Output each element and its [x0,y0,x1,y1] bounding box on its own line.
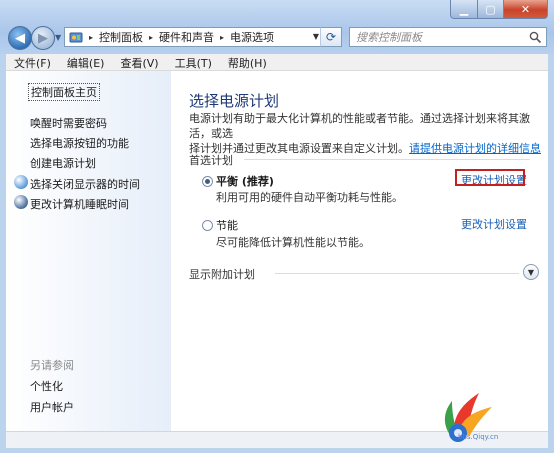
address-bar[interactable]: ▸ 控制面板 ▸ 硬件和声音 ▸ 电源选项 ▼ [64,27,342,47]
sidebar-link-display-off[interactable]: 选择关闭显示器的时间 [30,176,140,192]
refresh-button[interactable]: ⟳ [320,27,342,47]
plan-balanced-description: 利用可用的硬件自动平衡功耗与性能。 [216,191,403,204]
page-description: 电源计划有助于最大化计算机的性能或者节能。通过选择计划来将其激活，或选 择计划并… [189,111,541,156]
crumb-separator: ▸ [89,32,94,42]
sidebar-link-wake-password[interactable]: 唤醒时需要密码 [30,115,107,131]
maximize-button[interactable]: ▢ [478,0,504,19]
close-button[interactable]: ✕ [504,0,548,19]
plan-balanced-name[interactable]: 平衡 (推荐) [216,173,274,189]
radio-selected-dot [205,179,210,184]
divider [244,159,530,160]
description-line-1: 电源计划有助于最大化计算机的性能或者节能。通过选择计划来将其激活，或选 [189,112,530,140]
search-placeholder: 搜索控制面板 [356,31,422,44]
address-dropdown-icon[interactable]: ▼ [313,32,319,41]
window-titlebar: ▁ ▢ ✕ ◀ ▶ ▼ ▸ 控制面板 ▸ 硬件和声音 ▸ 电源选项 ▼ ⟳ 搜索… [0,0,554,54]
plan-power-saver-description: 尽可能降低计算机性能以节能。 [216,236,370,249]
see-also-heading: 另请参阅 [30,359,74,372]
search-box[interactable]: 搜索控制面板 [349,27,547,47]
sidebar-link-create-plan[interactable]: 创建电源计划 [30,155,96,171]
expand-chevron-icon[interactable]: ▼ [523,264,539,280]
recent-pages-dropdown[interactable]: ▼ [55,33,61,42]
page-title: 选择电源计划 [189,92,280,110]
watermark-text: bbs.Qiqy.cn [458,433,499,441]
minimize-button[interactable]: ▁ [450,0,478,19]
control-panel-home-link[interactable]: 控制面板主页 [28,83,100,101]
preferred-plans-heading: 首选计划 [189,154,233,167]
plan-power-saver-radio[interactable] [202,220,213,231]
control-panel-icon [69,32,83,42]
menu-bar: 文件(F) 编辑(E) 查看(V) 工具(T) 帮助(H) [6,54,548,71]
display-power-icon [14,175,28,189]
search-icon[interactable] [529,31,542,44]
annotation-highlight-box [455,169,525,186]
divider [275,273,519,274]
sidebar-link-user-accounts[interactable]: 用户帐户 [30,399,74,415]
back-arrow-icon: ◀ [15,30,25,46]
menu-help[interactable]: 帮助(H) [220,54,275,70]
sidebar-link-sleep-time[interactable]: 更改计算机睡眠时间 [30,196,129,212]
crumb-separator: ▸ [220,32,225,42]
sidebar-link-power-buttons[interactable]: 选择电源按钮的功能 [30,135,129,151]
task-pane: 控制面板主页 唤醒时需要密码 选择电源按钮的功能 创建电源计划 选择关闭显示器的… [6,71,172,431]
back-button[interactable]: ◀ [8,26,32,50]
menu-tools[interactable]: 工具(T) [167,54,220,70]
plan-power-saver-name[interactable]: 节能 [216,217,238,233]
sidebar-link-personalize[interactable]: 个性化 [30,378,63,394]
menu-view[interactable]: 查看(V) [112,54,166,70]
window-controls: ▁ ▢ ✕ [450,0,548,19]
breadcrumb-control-panel[interactable]: 控制面板 [99,29,143,45]
plan-balanced-radio[interactable] [202,176,213,187]
crumb-separator: ▸ [149,32,154,42]
menu-edit[interactable]: 编辑(E) [59,54,113,70]
refresh-icon: ⟳ [325,30,337,44]
menu-file[interactable]: 文件(F) [6,54,59,70]
breadcrumb-hardware-sound[interactable]: 硬件和声音 [159,29,214,45]
forward-arrow-icon: ▶ [38,30,48,46]
plan-power-saver-change-settings-link[interactable]: 更改计划设置 [461,216,527,232]
show-additional-plans-label[interactable]: 显示附加计划 [189,266,255,282]
forward-button[interactable]: ▶ [31,26,55,50]
sleep-icon [14,195,28,209]
breadcrumb-power-options[interactable]: 电源选项 [230,29,274,45]
plan-details-link[interactable]: 请提供电源计划的详细信息 [409,142,541,155]
main-content: 选择电源计划 电源计划有助于最大化计算机的性能或者节能。通过选择计划来将其激活，… [171,71,548,431]
